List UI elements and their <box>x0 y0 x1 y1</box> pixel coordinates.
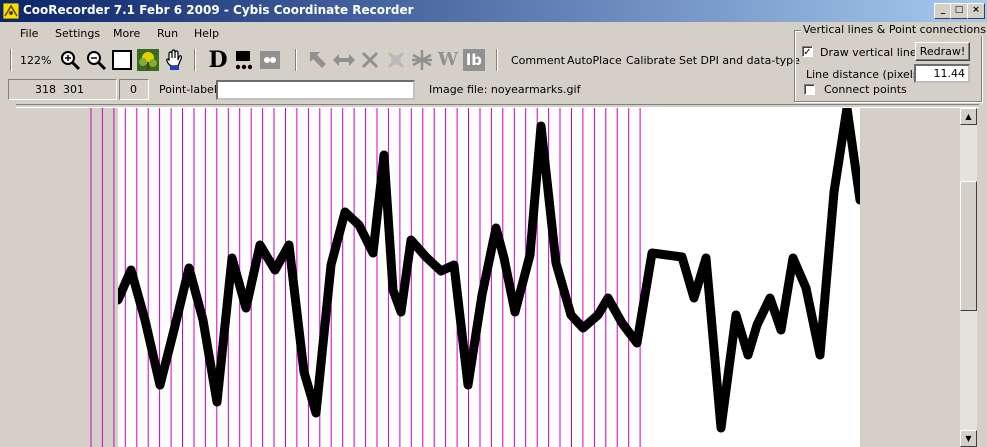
status-row: 318 301 0 Point-label: Image file: noyea… <box>0 78 790 102</box>
zoom-out-icon <box>87 51 107 71</box>
zoom-in-button[interactable] <box>58 48 82 72</box>
scroll-thumb[interactable] <box>960 181 977 311</box>
x-starred-icon <box>387 51 405 69</box>
point-type-button[interactable] <box>232 48 256 72</box>
down-arrow-icon: ▼ <box>965 434 972 443</box>
d-icon: D <box>208 47 228 73</box>
line-distance-label: Line distance (pixels) <box>806 68 923 81</box>
draw-vertical-lines-checkbox[interactable]: ✓ <box>802 46 813 58</box>
dots-pattern-icon <box>235 51 253 70</box>
tree-image-button[interactable] <box>136 48 160 72</box>
menu-run[interactable]: Run <box>157 27 178 40</box>
ib-icon-text: lb <box>466 51 482 69</box>
point-pair-button[interactable] <box>258 48 282 72</box>
comment-button[interactable]: Comment <box>511 54 565 67</box>
line-distance-input[interactable] <box>914 64 970 83</box>
connect-points-label: Connect points <box>824 83 907 96</box>
menu-settings[interactable]: Settings <box>55 27 100 40</box>
menu-more[interactable]: More <box>113 27 140 40</box>
asterisk-icon <box>412 50 432 70</box>
window-title: CooRecorder 7.1 Febr 6 2009 - Cybis Coor… <box>23 3 414 17</box>
draw-vertical-lines-label: Draw vertical lines <box>820 46 923 59</box>
title-bar: CooRecorder 7.1 Febr 6 2009 - Cybis Coor… <box>0 0 987 22</box>
horizontal-move-button[interactable] <box>332 48 356 72</box>
d-mode-button[interactable]: D <box>206 48 230 72</box>
tree-icon <box>137 49 159 71</box>
app-icon <box>3 3 19 19</box>
point-label-input[interactable] <box>216 80 415 100</box>
square-icon <box>112 50 132 70</box>
up-arrow-icon: ▲ <box>965 112 972 121</box>
image-plot-area[interactable] <box>118 108 860 447</box>
menu-help[interactable]: Help <box>194 27 219 40</box>
w-button[interactable]: W <box>436 48 460 72</box>
toolbar-grip <box>10 49 12 71</box>
menu-bar: File Settings More Run Help <box>0 22 790 44</box>
coords-readout: 318 301 <box>35 83 84 96</box>
point-count: 0 <box>130 83 137 96</box>
autoplace-button[interactable]: AutoPlace <box>567 54 622 67</box>
toolbar-separator <box>295 49 297 71</box>
asterisk-button[interactable] <box>410 48 434 72</box>
redraw-button[interactable]: Redraw! <box>915 42 970 61</box>
vertical-lines-group: Vertical lines & Point connections ✓ Dra… <box>794 23 987 102</box>
delete-point-button[interactable] <box>358 48 382 72</box>
move-point-button[interactable] <box>306 48 330 72</box>
arrow-left-right-icon <box>333 54 355 66</box>
double-dot-icon <box>260 51 280 69</box>
zoom-level: 122% <box>20 54 52 67</box>
count-panel: 0 <box>119 79 149 100</box>
toolbar-separator <box>496 49 498 71</box>
vertical-scrollbar[interactable]: ▲ ▼ <box>960 108 977 447</box>
coords-panel: 318 301 <box>8 79 117 100</box>
group-title: Vertical lines & Point connections <box>801 23 987 36</box>
w-icon: W <box>437 49 459 70</box>
close-button[interactable]: × <box>967 3 985 19</box>
toolbar: 122% D W lb Comment AutoPlace Calibrate … <box>0 45 800 75</box>
set-dpi-button[interactable]: Set DPI and data-type <box>679 54 800 67</box>
menu-file[interactable]: File <box>20 27 38 40</box>
image-file-name: Image file: noyearmarks.gif <box>429 83 581 96</box>
maximize-button[interactable]: □ <box>950 3 968 19</box>
fit-window-button[interactable] <box>110 48 134 72</box>
ib-icon: lb <box>463 49 485 71</box>
x-cross-icon <box>361 51 379 69</box>
hand-icon <box>166 49 183 70</box>
connect-points-checkbox[interactable] <box>804 84 815 95</box>
toolbar-separator <box>194 49 196 71</box>
zoom-out-button[interactable] <box>84 48 108 72</box>
calibrate-button[interactable]: Calibrate <box>626 54 676 67</box>
check-mark-icon: ✓ <box>803 47 812 58</box>
scroll-up-button[interactable]: ▲ <box>960 108 977 125</box>
zoom-in-icon <box>61 51 81 71</box>
ib-button[interactable]: lb <box>462 48 486 72</box>
delete-many-button[interactable] <box>384 48 408 72</box>
scroll-down-button[interactable]: ▼ <box>960 430 977 447</box>
pan-hand-button[interactable] <box>162 48 186 72</box>
arrow-northwest-icon <box>310 52 326 68</box>
point-label-caption: Point-label: <box>159 83 221 96</box>
